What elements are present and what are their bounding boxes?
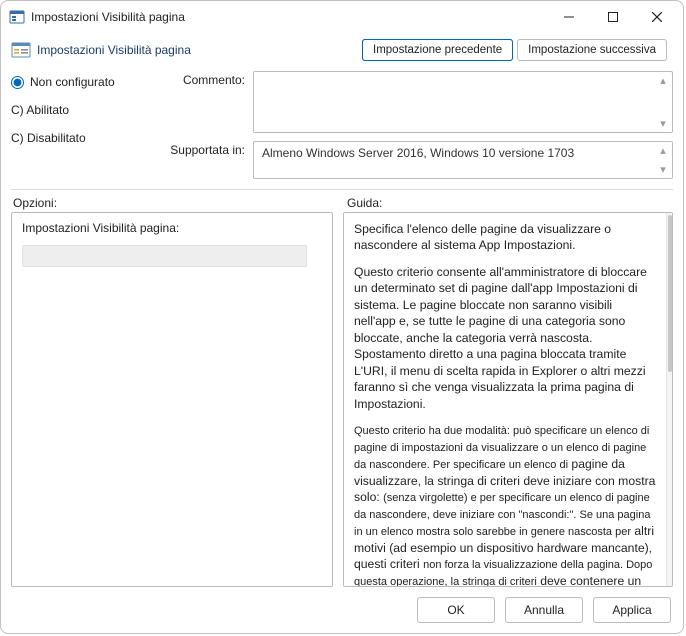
policy-title: Impostazioni Visibilità pagina	[37, 43, 362, 57]
apply-button[interactable]: Applica	[593, 597, 671, 623]
radio-not-configured[interactable]: Non configurato	[11, 75, 151, 89]
panels: Impostazioni Visibilità pagina: Specific…	[1, 210, 683, 587]
guide-label: Guida:	[347, 196, 382, 210]
radio-group: Non configurato C) Abilitato C) Disabili…	[11, 71, 151, 179]
radio-disabled[interactable]: C) Disabilitato	[11, 131, 151, 145]
guide-para-2: Questo criterio consente all'amministrat…	[354, 264, 656, 412]
comment-spinner: ▴ ▾	[654, 72, 672, 132]
title-bar: Impostazioni Visibilità pagina	[1, 1, 683, 33]
comment-label: Commento:	[163, 71, 245, 87]
window-title: Impostazioni Visibilità pagina	[31, 10, 547, 24]
supported-textbox[interactable]: Almeno Windows Server 2016, Windows 10 v…	[253, 141, 673, 179]
previous-setting-button[interactable]: Impostazione precedente	[362, 39, 513, 61]
radio-disabled-label: C) Disabilitato	[11, 131, 86, 145]
options-field-label: Impostazioni Visibilità pagina:	[22, 221, 322, 235]
up-arrow-icon[interactable]: ▴	[660, 144, 666, 157]
radio-enabled-label: C) Abilitato	[11, 103, 69, 117]
divider	[11, 189, 673, 190]
supported-value: Almeno Windows Server 2016, Windows 10 v…	[254, 142, 654, 178]
supported-row: Supportata in: Almeno Windows Server 201…	[163, 141, 673, 179]
guide-para-1: Specifica l'elenco delle pagine da visua…	[354, 221, 656, 254]
options-label: Opzioni:	[13, 196, 333, 210]
down-arrow-icon[interactable]: ▾	[660, 163, 666, 176]
ok-button[interactable]: OK	[417, 597, 495, 623]
guide-para-3: Questo criterio ha due modalità: può spe…	[354, 422, 656, 586]
supported-label: Supportata in:	[163, 141, 245, 157]
guide-scroll-thumb[interactable]	[668, 215, 672, 372]
minimize-button[interactable]	[547, 2, 591, 32]
radio-enabled[interactable]: C) Abilitato	[11, 103, 151, 117]
fields-column: Commento: ▴ ▾ Supportata in: Almeno Wind…	[163, 71, 673, 179]
policy-icon	[11, 40, 31, 60]
nav-buttons: Impostazione precedente Impostazione suc…	[362, 39, 667, 61]
dialog-window: Impostazioni Visibilità pagina Impostazi…	[0, 0, 684, 634]
maximize-button[interactable]	[591, 2, 635, 32]
options-field-input[interactable]	[22, 245, 307, 267]
cancel-button[interactable]: Annulla	[505, 597, 583, 623]
options-panel: Impostazioni Visibilità pagina:	[11, 212, 333, 587]
config-area: Non configurato C) Abilitato C) Disabili…	[1, 71, 683, 179]
comment-value	[254, 72, 654, 132]
guide-panel: Specifica l'elenco delle pagine da visua…	[343, 212, 673, 587]
next-setting-button[interactable]: Impostazione successiva	[517, 39, 667, 61]
comment-textbox[interactable]: ▴ ▾	[253, 71, 673, 133]
footer: OK Annulla Applica	[1, 587, 683, 633]
down-arrow-icon[interactable]: ▾	[660, 117, 666, 130]
supported-spinner: ▴ ▾	[654, 142, 672, 178]
header-row: Impostazioni Visibilità pagina Impostazi…	[1, 33, 683, 71]
panels-header: Opzioni: Guida:	[1, 196, 683, 210]
radio-not-configured-input[interactable]	[11, 76, 24, 89]
guide-scrollbar[interactable]	[666, 213, 672, 586]
up-arrow-icon[interactable]: ▴	[660, 74, 666, 87]
window-icon	[9, 9, 25, 25]
guide-body: Specifica l'elenco delle pagine da visua…	[344, 213, 666, 586]
close-button[interactable]	[635, 2, 679, 32]
radio-not-configured-label: Non configurato	[30, 75, 115, 89]
comment-row: Commento: ▴ ▾	[163, 71, 673, 133]
